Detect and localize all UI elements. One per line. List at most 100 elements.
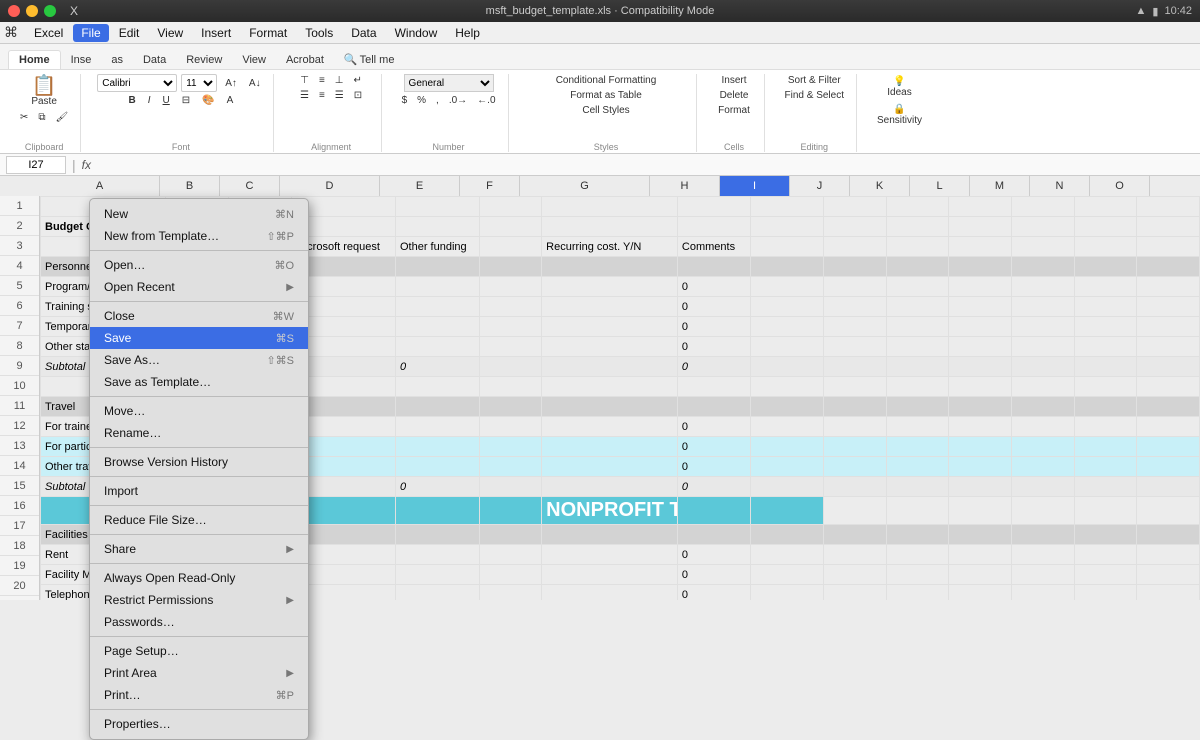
cell-3-J[interactable] bbox=[824, 237, 887, 257]
cell-15-I[interactable] bbox=[750, 477, 823, 497]
cell-7-K[interactable] bbox=[886, 317, 949, 337]
cell-10-O[interactable] bbox=[1137, 377, 1200, 397]
cell-5-M[interactable] bbox=[1011, 277, 1074, 297]
cell-15-J[interactable] bbox=[824, 477, 887, 497]
cell-20-E[interactable] bbox=[395, 585, 479, 601]
menu-file[interactable]: File bbox=[73, 24, 108, 42]
cell-10-I[interactable] bbox=[750, 377, 823, 397]
align-left-button[interactable]: ☰ bbox=[296, 89, 313, 102]
col-header-D[interactable]: D bbox=[280, 176, 380, 196]
ideas-button[interactable]: 💡 Ideas bbox=[883, 74, 915, 100]
menu-format[interactable]: Format bbox=[241, 24, 295, 42]
cell-8-H[interactable]: 0 bbox=[677, 337, 750, 357]
cell-2-K[interactable] bbox=[886, 217, 949, 237]
cell-2-E[interactable] bbox=[395, 217, 479, 237]
cell-1-K[interactable] bbox=[886, 197, 949, 217]
tab-home[interactable]: Home bbox=[8, 50, 61, 69]
cell-2-I[interactable] bbox=[750, 217, 823, 237]
cell-20-M[interactable] bbox=[1011, 585, 1074, 601]
format-cells-button[interactable]: Format bbox=[714, 104, 754, 117]
cell-2-F[interactable] bbox=[479, 217, 542, 237]
cell-7-N[interactable] bbox=[1074, 317, 1137, 337]
cell-20-G[interactable] bbox=[542, 585, 678, 601]
cell-13-E[interactable] bbox=[395, 437, 479, 457]
cell-12-I[interactable] bbox=[750, 417, 823, 437]
cell-17-E[interactable] bbox=[395, 525, 479, 545]
fill-color-button[interactable]: 🎨 bbox=[198, 94, 218, 107]
cell-19-J[interactable] bbox=[824, 565, 887, 585]
font-size-select[interactable]: 11 bbox=[181, 74, 217, 92]
cell-18-H[interactable]: 0 bbox=[677, 545, 750, 565]
cell-18-L[interactable] bbox=[949, 545, 1012, 565]
cell-2-H[interactable] bbox=[677, 217, 750, 237]
cell-3-E[interactable]: Other funding bbox=[395, 237, 479, 257]
cell-12-N[interactable] bbox=[1074, 417, 1137, 437]
cell-3-O[interactable] bbox=[1137, 237, 1200, 257]
col-header-J[interactable]: J bbox=[790, 176, 850, 196]
cell-20-J[interactable] bbox=[824, 585, 887, 601]
font-color-button[interactable]: A bbox=[223, 94, 238, 107]
cell-4-L[interactable] bbox=[949, 257, 1012, 277]
cell-10-N[interactable] bbox=[1074, 377, 1137, 397]
cell-7-J[interactable] bbox=[824, 317, 887, 337]
menu-item-passwords[interactable]: Passwords… bbox=[90, 611, 308, 633]
cell-17-L[interactable] bbox=[949, 525, 1012, 545]
col-header-M[interactable]: M bbox=[970, 176, 1030, 196]
tab-view[interactable]: View bbox=[232, 51, 276, 69]
cell-19-I[interactable] bbox=[750, 565, 823, 585]
border-button[interactable]: ⊟ bbox=[178, 94, 194, 107]
cell-13-F[interactable] bbox=[479, 437, 542, 457]
cell-6-E[interactable] bbox=[395, 297, 479, 317]
cell-10-L[interactable] bbox=[949, 377, 1012, 397]
menu-edit[interactable]: Edit bbox=[111, 24, 148, 42]
col-header-A[interactable]: A bbox=[40, 176, 160, 196]
cell-16-H[interactable] bbox=[677, 497, 750, 525]
cell-18-M[interactable] bbox=[1011, 545, 1074, 565]
cell-17-I[interactable] bbox=[750, 525, 823, 545]
cell-11-H[interactable] bbox=[677, 397, 750, 417]
cell-8-O[interactable] bbox=[1137, 337, 1200, 357]
number-format-select[interactable]: General bbox=[404, 74, 494, 92]
cut-button[interactable]: ✂ bbox=[16, 111, 32, 124]
cell-14-E[interactable] bbox=[395, 457, 479, 477]
cell-3-L[interactable] bbox=[949, 237, 1012, 257]
cell-19-E[interactable] bbox=[395, 565, 479, 585]
cell-14-I[interactable] bbox=[750, 457, 823, 477]
menu-insert[interactable]: Insert bbox=[193, 24, 239, 42]
cell-2-O[interactable] bbox=[1137, 217, 1200, 237]
cell-1-J[interactable] bbox=[824, 197, 887, 217]
cell-19-O[interactable] bbox=[1137, 565, 1200, 585]
cell-8-F[interactable] bbox=[479, 337, 542, 357]
cell-19-N[interactable] bbox=[1074, 565, 1137, 585]
cell-1-M[interactable] bbox=[1011, 197, 1074, 217]
cell-7-E[interactable] bbox=[395, 317, 479, 337]
cell-17-F[interactable] bbox=[479, 525, 542, 545]
menu-item-open-recent[interactable]: Open Recent▶ bbox=[90, 276, 308, 298]
cell-13-I[interactable] bbox=[750, 437, 823, 457]
cell-1-I[interactable] bbox=[750, 197, 823, 217]
cell-18-K[interactable] bbox=[886, 545, 949, 565]
cell-9-H[interactable]: 0 bbox=[677, 357, 750, 377]
paste-button[interactable]: 📋 Paste bbox=[27, 74, 61, 109]
cell-8-E[interactable] bbox=[395, 337, 479, 357]
cell-5-O[interactable] bbox=[1137, 277, 1200, 297]
merge-center-button[interactable]: ⊡ bbox=[350, 89, 366, 102]
cell-9-O[interactable] bbox=[1137, 357, 1200, 377]
cell-20-O[interactable] bbox=[1137, 585, 1200, 601]
cell-2-N[interactable] bbox=[1074, 217, 1137, 237]
cell-15-M[interactable] bbox=[1011, 477, 1074, 497]
cell-17-M[interactable] bbox=[1011, 525, 1074, 545]
cell-14-N[interactable] bbox=[1074, 457, 1137, 477]
col-header-C[interactable]: C bbox=[220, 176, 280, 196]
menu-item-properties[interactable]: Properties… bbox=[90, 713, 308, 735]
cell-7-G[interactable] bbox=[542, 317, 678, 337]
cell-7-I[interactable] bbox=[750, 317, 823, 337]
cell-6-L[interactable] bbox=[949, 297, 1012, 317]
tab-review[interactable]: Review bbox=[176, 51, 232, 69]
tab-acrobat[interactable]: Acrobat bbox=[276, 51, 334, 69]
cell-16-N[interactable] bbox=[1074, 497, 1137, 525]
cell-18-I[interactable] bbox=[750, 545, 823, 565]
cell-4-H[interactable] bbox=[677, 257, 750, 277]
cell-4-O[interactable] bbox=[1137, 257, 1200, 277]
cell-8-I[interactable] bbox=[750, 337, 823, 357]
